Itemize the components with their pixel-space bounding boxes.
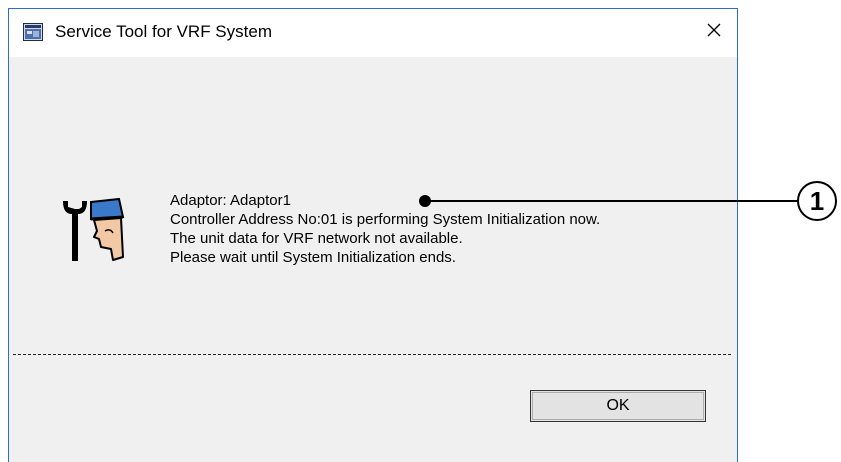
callout-number-badge: 1: [797, 181, 837, 221]
title-bar[interactable]: Service Tool for VRF System: [9, 9, 737, 57]
close-button[interactable]: [691, 9, 737, 55]
message-line-adaptor: Adaptor: Adaptor1: [170, 192, 291, 209]
status-message: Adaptor: Adaptor1 Controller Address No:…: [170, 191, 600, 267]
page: Service Tool for VRF System Adaptor: Ada…: [0, 0, 841, 462]
service-wrench-person-icon: [61, 197, 139, 265]
app-window-icon: [23, 23, 43, 41]
message-line-unit-data: The unit data for VRF network not availa…: [170, 230, 463, 247]
window-title: Service Tool for VRF System: [55, 22, 272, 41]
service-tool-dialog: Service Tool for VRF System Adaptor: Ada…: [8, 8, 738, 462]
dialog-content: Adaptor: Adaptor1 Controller Address No:…: [9, 57, 737, 462]
separator-line: [13, 354, 731, 355]
message-line-wait: Please wait until System Initialization …: [170, 249, 456, 266]
message-line-initialization: Controller Address No:01 is performing S…: [170, 211, 601, 228]
close-icon[interactable]: [706, 22, 722, 43]
ok-button[interactable]: OK: [530, 390, 706, 422]
